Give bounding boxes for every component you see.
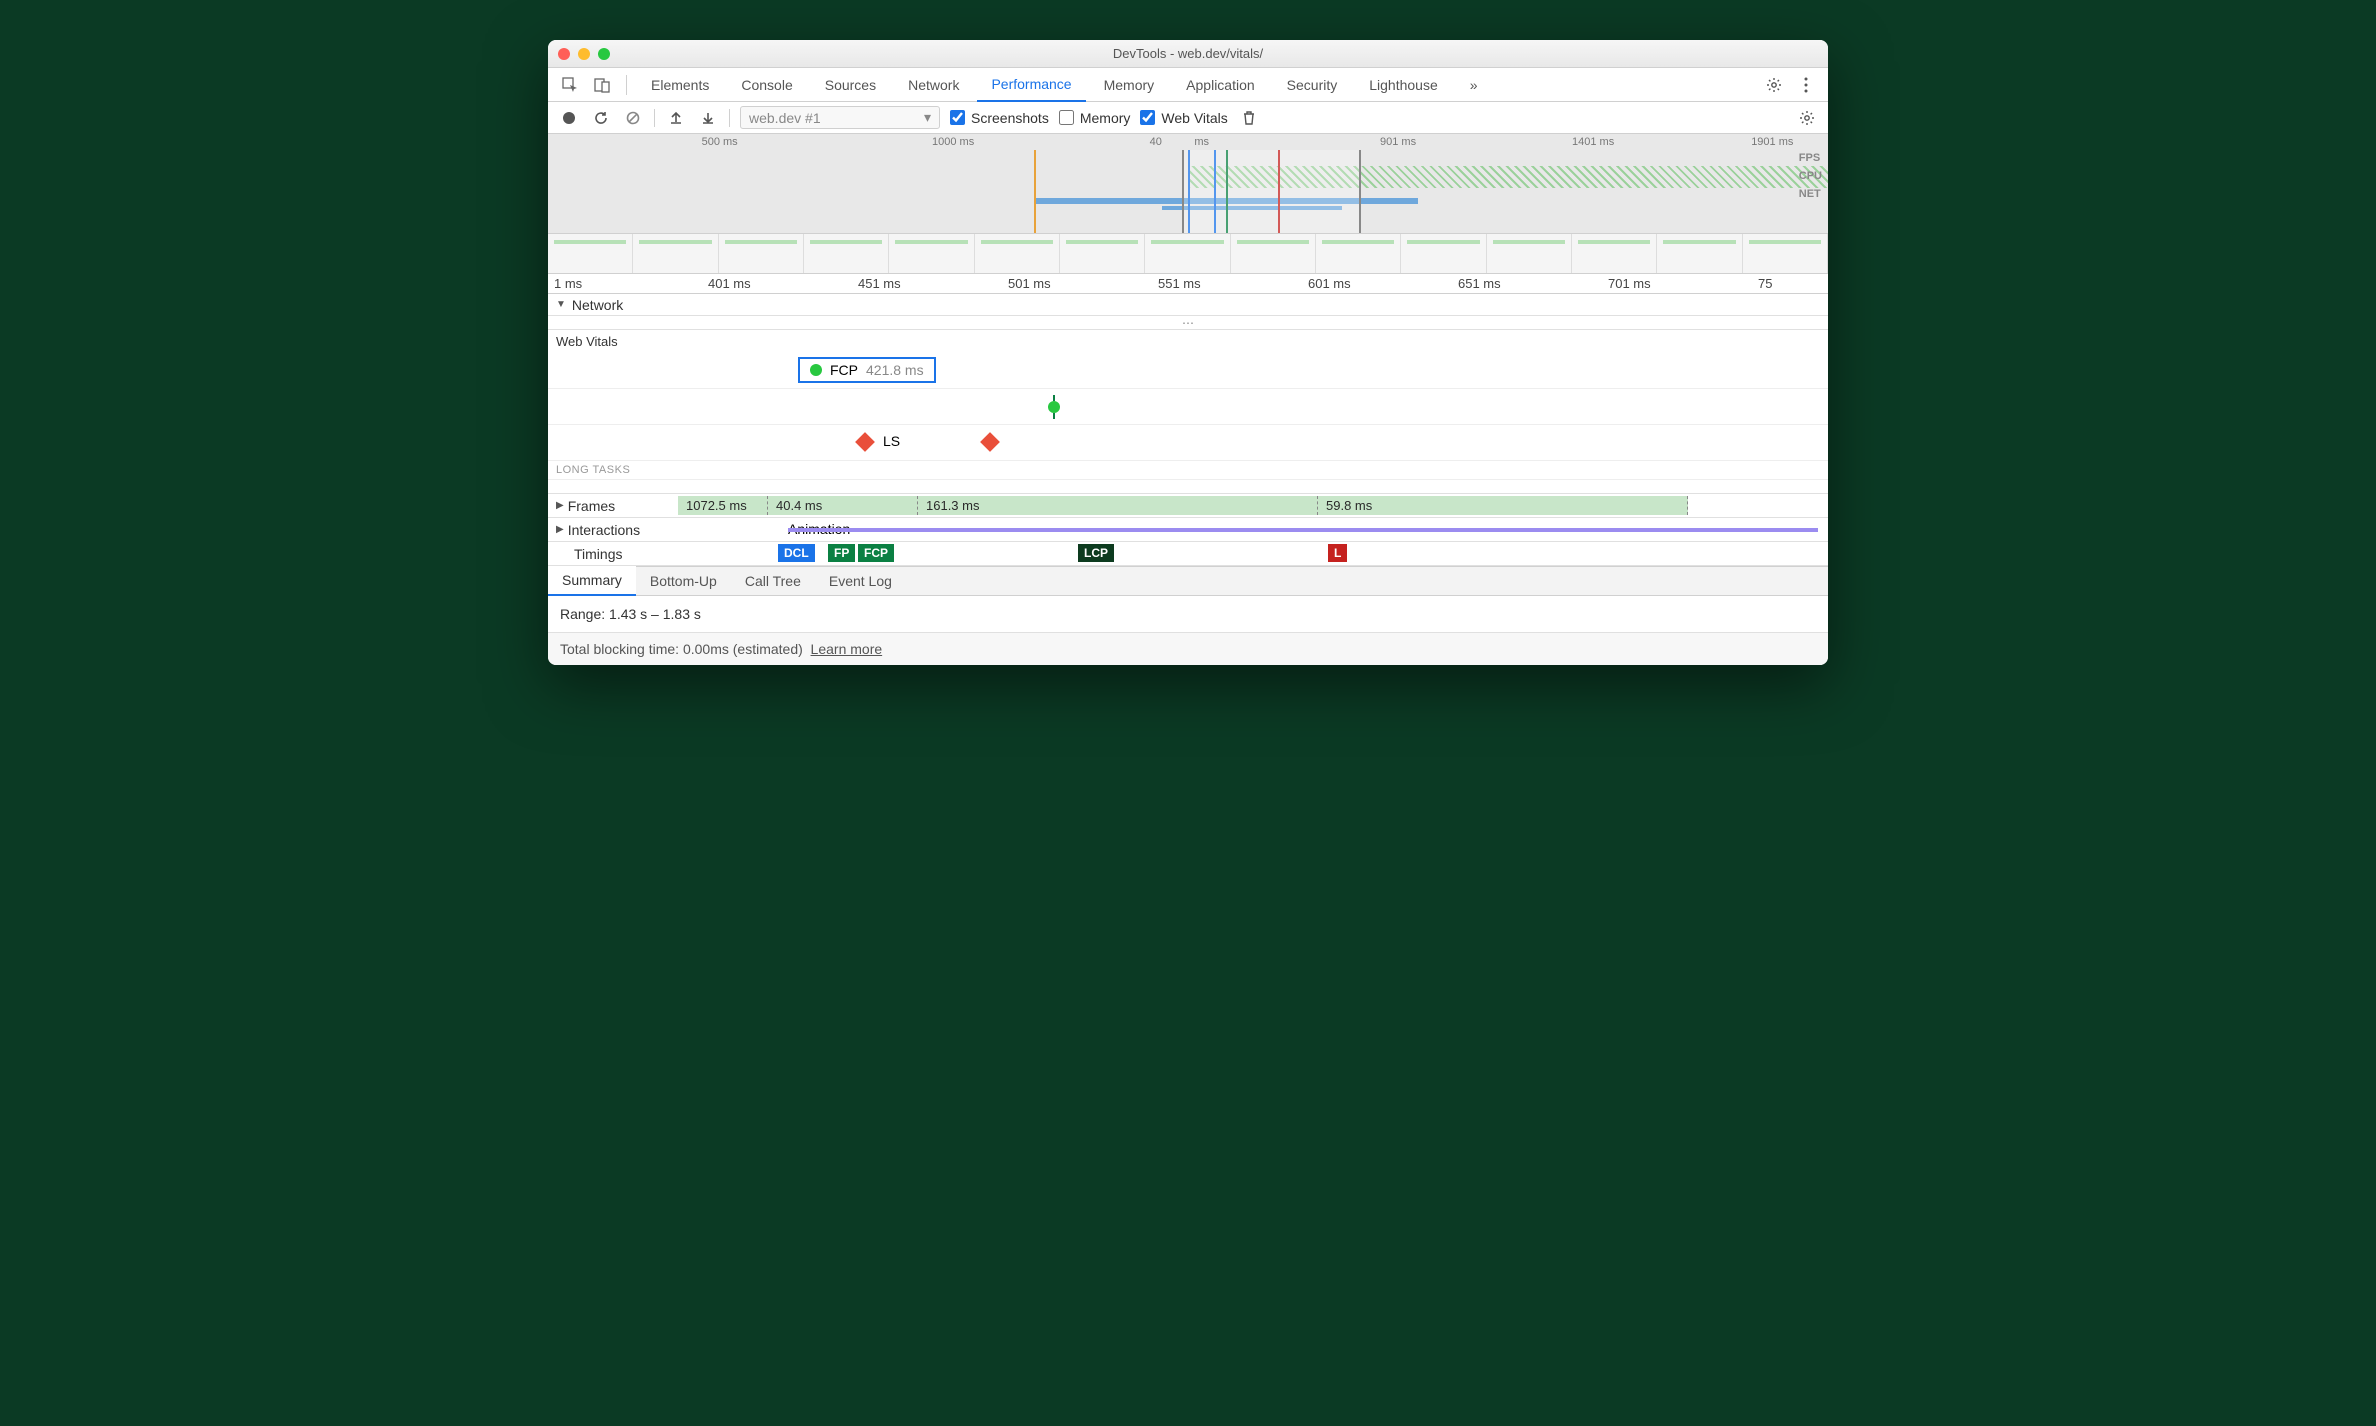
details-tabbar: Summary Bottom-Up Call Tree Event Log (548, 566, 1828, 596)
webvitals-checkbox[interactable]: Web Vitals (1140, 110, 1227, 126)
window-titlebar: DevTools - web.dev/vitals/ (548, 40, 1828, 68)
tab-performance[interactable]: Performance (977, 68, 1085, 102)
tab-event-log[interactable]: Event Log (815, 566, 906, 596)
filmstrip-thumb[interactable] (1231, 234, 1316, 273)
tab-summary[interactable]: Summary (548, 566, 636, 596)
summary-range: Range: 1.43 s – 1.83 s (548, 596, 1828, 632)
filmstrip-thumb[interactable] (804, 234, 889, 273)
screenshots-checkbox[interactable]: Screenshots (950, 110, 1049, 126)
screenshots-filmstrip[interactable] (548, 234, 1828, 274)
interactions-track[interactable]: ▶Interactions Animation (548, 518, 1828, 542)
filmstrip-thumb[interactable] (1657, 234, 1742, 273)
animation-bar[interactable] (788, 528, 1818, 532)
recording-select[interactable]: web.dev #1 ▾ (740, 106, 940, 129)
filmstrip-thumb[interactable] (548, 234, 633, 273)
fp-badge[interactable]: FP (828, 544, 855, 562)
expand-icon: ▶ (556, 524, 564, 535)
performance-toolbar: web.dev #1 ▾ Screenshots Memory Web Vita… (548, 102, 1828, 134)
fcp-marker[interactable]: FCP 421.8 ms (798, 357, 936, 383)
filmstrip-thumb[interactable] (1572, 234, 1657, 273)
filmstrip-thumb[interactable] (633, 234, 718, 273)
dcl-badge[interactable]: DCL (778, 544, 815, 562)
learn-more-link[interactable]: Learn more (811, 641, 883, 657)
lcp-badge[interactable]: LCP (1078, 544, 1114, 562)
webvitals-checkbox-input[interactable] (1140, 110, 1155, 125)
tbt-text: Total blocking time: 0.00ms (estimated) (560, 641, 803, 657)
tab-more[interactable]: » (1456, 68, 1492, 102)
filmstrip-thumb[interactable] (1145, 234, 1230, 273)
filmstrip-thumb[interactable] (889, 234, 974, 273)
recording-select-value: web.dev #1 (749, 110, 821, 126)
frame-segment[interactable]: 59.8 ms (1318, 496, 1688, 515)
vitals-green-marker[interactable] (1048, 401, 1060, 413)
footer: Total blocking time: 0.00ms (estimated) … (548, 632, 1828, 665)
collapse-icon: ▼ (556, 299, 566, 310)
network-section-header[interactable]: ▼ Network (548, 294, 1828, 316)
delete-recording-icon[interactable] (1238, 107, 1260, 129)
capture-settings-icon[interactable] (1796, 107, 1818, 129)
frame-segment[interactable]: 1072.5 ms (678, 496, 768, 515)
filmstrip-thumb[interactable] (1060, 234, 1145, 273)
tab-elements[interactable]: Elements (637, 68, 723, 102)
tab-security[interactable]: Security (1273, 68, 1352, 102)
net-label: NET (1799, 188, 1822, 200)
expand-icon: ▶ (556, 500, 564, 511)
collapsed-indicator: ⋯ (548, 316, 1828, 330)
overview-ruler: 500 ms 1000 ms 40 ms 901 ms 1401 ms 1901… (548, 134, 1828, 150)
tab-console[interactable]: Console (727, 68, 806, 102)
tab-call-tree[interactable]: Call Tree (731, 566, 815, 596)
record-button[interactable] (558, 107, 580, 129)
clear-button[interactable] (622, 107, 644, 129)
timeline-overview[interactable]: 500 ms 1000 ms 40 ms 901 ms 1401 ms 1901… (548, 134, 1828, 234)
kebab-menu-icon[interactable] (1792, 71, 1820, 99)
web-vitals-header: Web Vitals (548, 330, 1828, 353)
memory-checkbox[interactable]: Memory (1059, 110, 1131, 126)
fcp-dot-icon (810, 364, 822, 376)
tab-bottom-up[interactable]: Bottom-Up (636, 566, 731, 596)
overview-selection[interactable] (1182, 150, 1361, 233)
settings-icon[interactable] (1760, 71, 1788, 99)
tab-sources[interactable]: Sources (811, 68, 890, 102)
load-profile-icon[interactable] (665, 107, 687, 129)
tab-lighthouse[interactable]: Lighthouse (1355, 68, 1452, 102)
frames-track[interactable]: ▶Frames 1072.5 ms 40.4 ms 161.3 ms 59.8 … (548, 494, 1828, 518)
filmstrip-thumb[interactable] (1401, 234, 1486, 273)
layout-shift-marker[interactable] (980, 432, 1000, 452)
reload-record-button[interactable] (590, 107, 612, 129)
detail-ruler[interactable]: 1 ms 401 ms 451 ms 501 ms 551 ms 601 ms … (548, 274, 1828, 294)
filmstrip-thumb[interactable] (719, 234, 804, 273)
window-title: DevTools - web.dev/vitals/ (548, 46, 1828, 61)
filmstrip-thumb[interactable] (1743, 234, 1828, 273)
fps-label: FPS (1799, 152, 1822, 164)
tab-network[interactable]: Network (894, 68, 973, 102)
tab-application[interactable]: Application (1172, 68, 1269, 102)
devtools-window: DevTools - web.dev/vitals/ Elements Cons… (548, 40, 1828, 665)
fcp-badge[interactable]: FCP (858, 544, 894, 562)
layout-shift-marker[interactable] (855, 432, 875, 452)
web-vitals-section: Web Vitals FCP 421.8 ms LS LONG TASKS (548, 330, 1828, 494)
cpu-label: CPU (1799, 170, 1822, 182)
l-badge[interactable]: L (1328, 544, 1347, 562)
timings-track[interactable]: Timings DCL FP FCP LCP L (548, 542, 1828, 566)
frame-segment[interactable]: 40.4 ms (768, 496, 918, 515)
ls-label: LS (883, 433, 900, 449)
filmstrip-thumb[interactable] (1487, 234, 1572, 273)
inspect-element-icon[interactable] (556, 71, 584, 99)
devtools-tabbar: Elements Console Sources Network Perform… (548, 68, 1828, 102)
memory-checkbox-input[interactable] (1059, 110, 1074, 125)
screenshots-checkbox-input[interactable] (950, 110, 965, 125)
device-toolbar-icon[interactable] (588, 71, 616, 99)
filmstrip-thumb[interactable] (1316, 234, 1401, 273)
frame-segment[interactable]: 161.3 ms (918, 496, 1318, 515)
save-profile-icon[interactable] (697, 107, 719, 129)
long-tasks-header: LONG TASKS (548, 461, 1828, 480)
tab-memory[interactable]: Memory (1090, 68, 1169, 102)
filmstrip-thumb[interactable] (975, 234, 1060, 273)
